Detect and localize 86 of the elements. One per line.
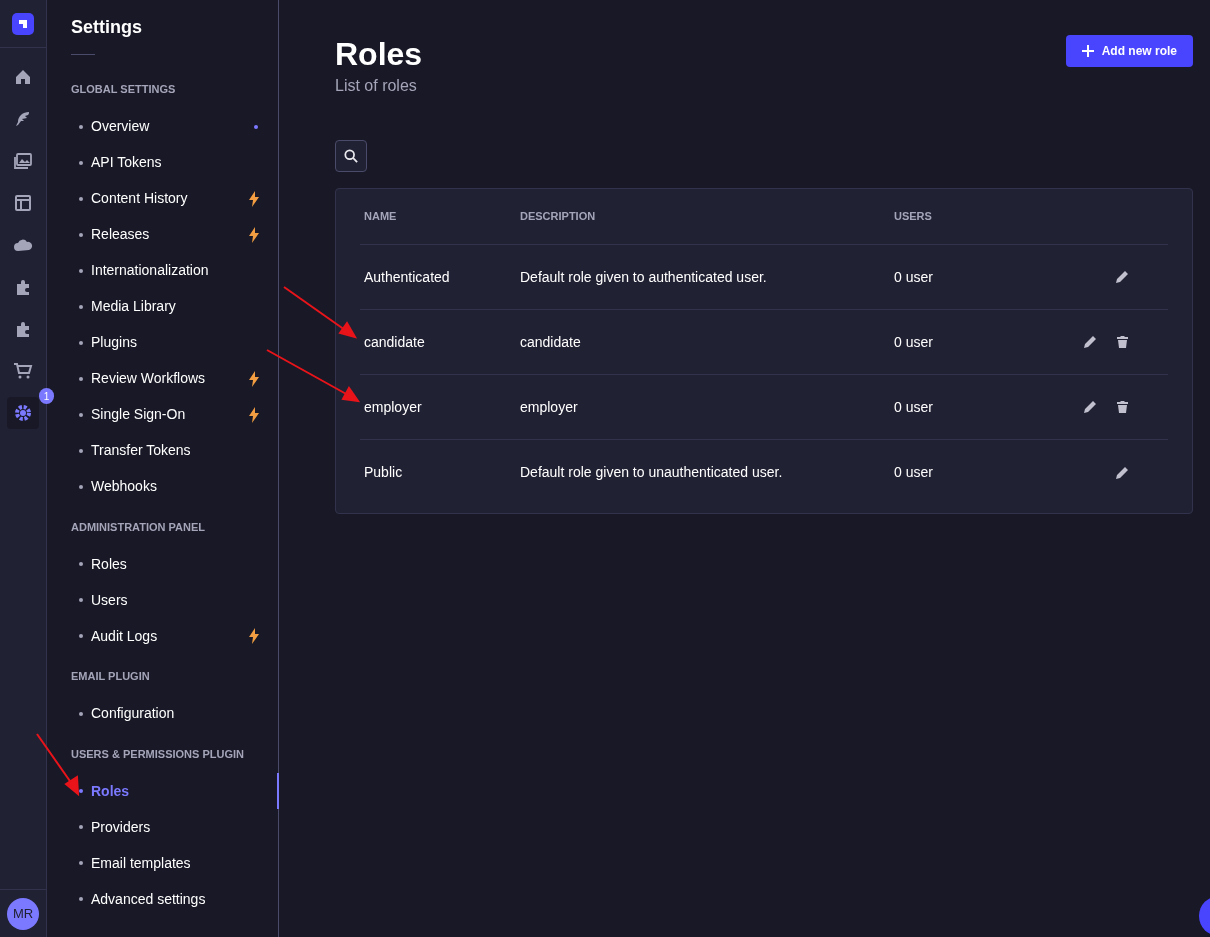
search-button[interactable]	[335, 140, 367, 172]
sidebar-item[interactable]: API Tokens	[71, 144, 262, 181]
page-subtitle: List of roles	[335, 76, 418, 96]
lightning-icon	[248, 370, 260, 387]
table-cell-text: Default role given to authenticated user.	[520, 267, 767, 287]
sidebar-item[interactable]: Review Workflows	[71, 360, 262, 397]
layout-icon	[13, 193, 33, 213]
sidebar-item[interactable]: Advanced settings	[71, 881, 262, 917]
table-cell-text: 0 user	[894, 332, 933, 352]
bullet-icon	[79, 897, 83, 901]
images-icon	[13, 151, 33, 171]
section-heading: GLOBAL SETTINGS	[71, 82, 176, 97]
bullet-icon	[79, 598, 83, 602]
column-header: USERS	[894, 209, 932, 225]
cart-icon	[13, 361, 33, 381]
logo-icon[interactable]	[12, 12, 34, 35]
active-indicator	[277, 773, 279, 809]
sidebar-item[interactable]: Webhooks	[71, 468, 262, 505]
nav-item[interactable]	[7, 397, 39, 429]
bullet-icon	[79, 196, 83, 201]
sidebar-item[interactable]: Overview	[71, 108, 262, 145]
sidebar-item[interactable]: Media Library	[71, 288, 262, 325]
sidebar-title: Settings	[71, 16, 142, 38]
sidebar-item[interactable]: Releases	[71, 216, 262, 253]
section-heading: EMAIL PLUGIN	[71, 669, 150, 684]
home-icon	[13, 67, 33, 87]
table-cell-text: candidate	[520, 332, 581, 352]
table-cell-text: employer	[520, 397, 578, 417]
pencil-icon	[1116, 271, 1128, 283]
sidebar-item[interactable]: Content History	[71, 180, 262, 217]
user-avatar[interactable]: MR	[7, 897, 39, 930]
bullet-icon	[79, 634, 83, 638]
sidebar-item[interactable]: Roles	[71, 773, 262, 809]
section-heading: ADMINISTRATION PANEL	[71, 519, 206, 535]
plus-icon	[1081, 45, 1094, 57]
pencil-icon	[1116, 466, 1128, 479]
bullet-icon	[79, 711, 83, 716]
lightning-icon	[248, 628, 260, 644]
bullet-icon	[79, 448, 83, 453]
table-cell-text: Authenticated	[364, 267, 450, 287]
lightning-icon	[248, 190, 260, 207]
sidebar-item[interactable]: Transfer Tokens	[71, 432, 262, 469]
lightning-icon	[248, 406, 260, 423]
column-header: DESCRIPTION	[520, 209, 596, 225]
sidebar-item[interactable]: Roles	[71, 546, 262, 582]
bullet-icon	[79, 825, 83, 829]
trash-icon	[1116, 401, 1128, 413]
bullet-icon	[79, 304, 83, 309]
pencil-icon	[1084, 336, 1096, 348]
sidebar-item[interactable]: Users	[71, 582, 262, 618]
pencil-icon	[1084, 401, 1096, 413]
bullet-icon	[79, 160, 83, 165]
table-cell-text: 0 user	[894, 267, 933, 287]
new-indicator-icon	[254, 124, 258, 129]
table-cell-text: candidate	[364, 332, 425, 352]
bullet-icon	[79, 562, 83, 566]
bullet-icon	[79, 861, 83, 865]
sidebar-item[interactable]: Audit Logs	[71, 618, 262, 654]
table-cell-text: employer	[364, 397, 422, 417]
add-role-button[interactable]: Add new role	[1065, 35, 1193, 67]
search-icon	[344, 149, 358, 163]
page-title: Roles	[335, 36, 423, 72]
bullet-icon	[79, 124, 83, 129]
bullet-icon	[79, 484, 83, 489]
table-cell-text: 0 user	[894, 463, 933, 482]
column-header: NAME	[364, 209, 397, 225]
trash-icon	[1116, 336, 1128, 348]
bullet-icon	[79, 232, 83, 237]
lightning-icon	[248, 226, 260, 243]
bullet-icon	[79, 268, 83, 273]
bullet-icon	[79, 340, 83, 345]
sidebar-item[interactable]: Single Sign-On	[71, 396, 262, 433]
bullet-icon	[79, 412, 83, 417]
sidebar-item[interactable]: Internationalization	[71, 252, 262, 289]
table-cell-text: Default role given to unauthenticated user.	[520, 463, 783, 482]
bullet-icon	[79, 376, 83, 381]
bullet-icon	[79, 789, 83, 793]
settings-icon	[13, 403, 33, 423]
sidebar-item[interactable]: Plugins	[71, 324, 262, 361]
sidebar-item[interactable]: Configuration	[71, 695, 262, 732]
table-cell-text: Public	[364, 463, 403, 482]
notification-badge: 1	[39, 388, 54, 404]
section-heading: USERS & PERMISSIONS PLUGIN	[71, 746, 244, 762]
table-cell-text: 0 user	[894, 397, 933, 417]
sidebar-item[interactable]: Providers	[71, 809, 262, 845]
sidebar-item[interactable]: Email templates	[71, 845, 262, 881]
